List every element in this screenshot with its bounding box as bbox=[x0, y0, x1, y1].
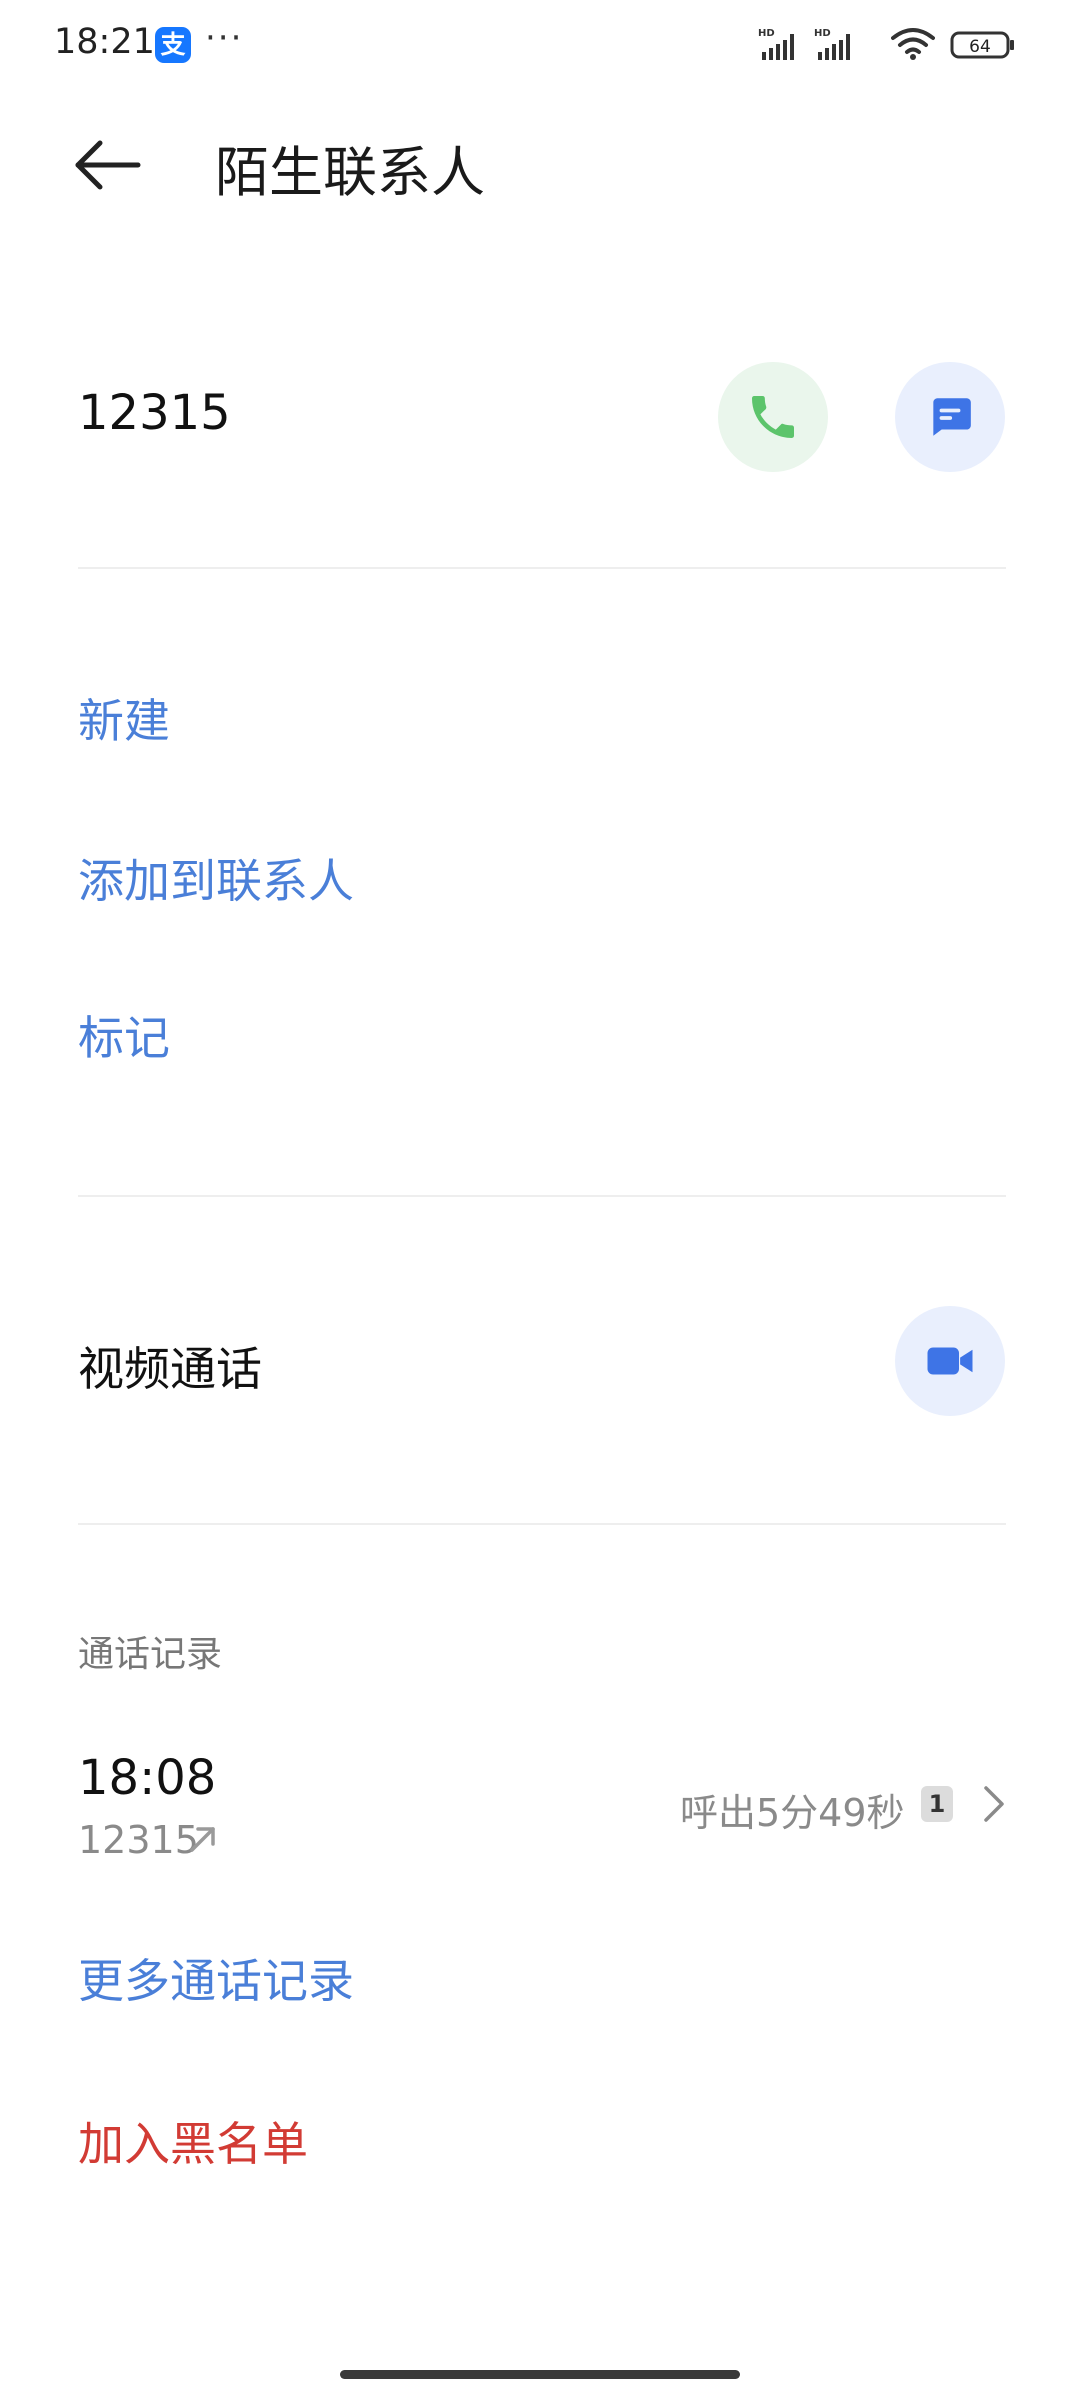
divider bbox=[78, 1195, 1006, 1197]
status-bar: 18:21 支 ··· HD HD 64 bbox=[0, 0, 1080, 90]
signal-2-hd-label: HD bbox=[814, 28, 831, 39]
page-title: 陌生联系人 bbox=[215, 141, 485, 204]
call-button[interactable] bbox=[718, 362, 828, 472]
new-contact-button[interactable]: 新建 bbox=[78, 685, 170, 751]
signal-2-icon: HD bbox=[814, 28, 850, 60]
mark-button[interactable]: 标记 bbox=[78, 1002, 170, 1068]
add-to-blacklist-button[interactable]: 加入黑名单 bbox=[78, 2108, 308, 2174]
signal-1-hd-label: HD bbox=[758, 28, 775, 39]
sim-card-icon: 1 bbox=[921, 1786, 953, 1822]
contact-number: 12315 bbox=[78, 385, 231, 441]
phone-icon bbox=[752, 396, 794, 438]
video-camera-icon bbox=[927, 1347, 973, 1375]
call-log-number: 12315 bbox=[78, 1818, 199, 1862]
call-log-duration: 呼出5分49秒 bbox=[680, 1791, 905, 1835]
outgoing-call-icon bbox=[190, 1827, 215, 1852]
signal-1-icon: HD bbox=[758, 28, 794, 60]
contact-detail-screen: 18:21 支 ··· HD HD 64 陌生联系人 12315 新建 添加到联… bbox=[0, 0, 1080, 2400]
battery-icon: 64 bbox=[950, 31, 1014, 59]
status-time: 18:21 bbox=[54, 22, 155, 62]
wifi-icon bbox=[891, 28, 935, 60]
battery-level: 64 bbox=[969, 37, 991, 57]
divider bbox=[78, 1523, 1006, 1525]
alipay-notification-icon: 支 bbox=[155, 27, 191, 63]
divider bbox=[78, 567, 1006, 569]
chevron-right-icon[interactable] bbox=[978, 1782, 1008, 1826]
add-to-contacts-button[interactable]: 添加到联系人 bbox=[78, 845, 354, 911]
call-log-section-title: 通话记录 bbox=[78, 1634, 223, 1675]
home-indicator[interactable] bbox=[340, 2370, 740, 2379]
video-call-button[interactable] bbox=[895, 1306, 1005, 1416]
more-notifications-icon: ··· bbox=[205, 18, 244, 58]
call-log-time: 18:08 bbox=[78, 1750, 217, 1806]
back-button[interactable] bbox=[70, 130, 150, 200]
video-call-label[interactable]: 视频通话 bbox=[78, 1333, 262, 1399]
more-call-logs-button[interactable]: 更多通话记录 bbox=[78, 1945, 354, 2011]
message-icon bbox=[933, 398, 971, 436]
message-button[interactable] bbox=[895, 362, 1005, 472]
arrow-left-icon bbox=[75, 140, 141, 190]
